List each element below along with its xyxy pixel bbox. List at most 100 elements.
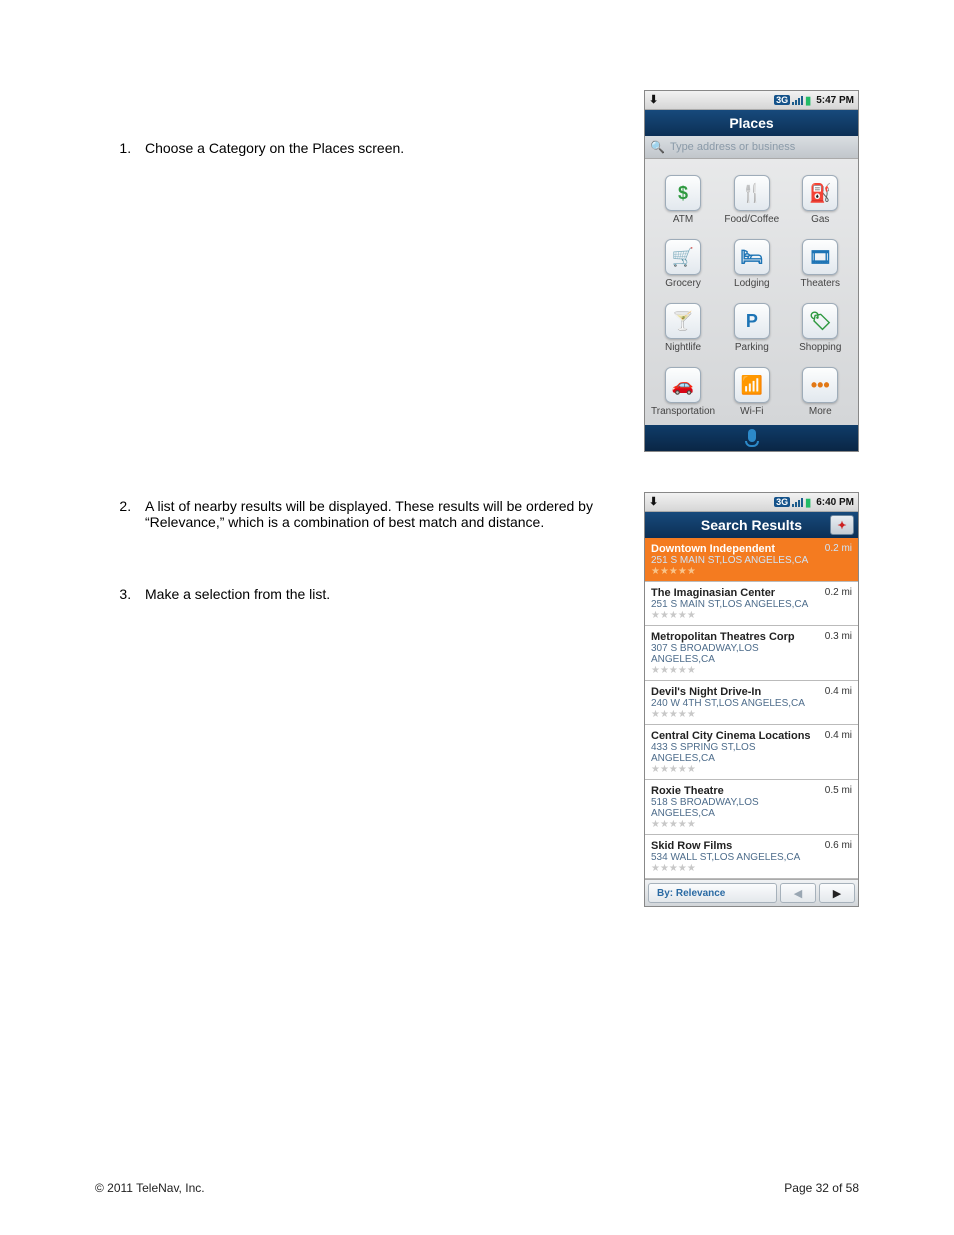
parking-icon: P bbox=[734, 303, 770, 339]
network-3g-icon: 3G bbox=[774, 95, 790, 105]
result-stars: ★★★★★ bbox=[651, 566, 820, 577]
result-name: Central City Cinema Locations bbox=[651, 730, 820, 742]
result-stars: ★★★★★ bbox=[651, 665, 820, 676]
cat-label: Grocery bbox=[665, 278, 701, 289]
result-distance: 0.5 mi bbox=[825, 785, 852, 830]
result-stars: ★★★★★ bbox=[651, 764, 820, 775]
cat-food[interactable]: 🍴 Food/Coffee bbox=[720, 167, 783, 225]
result-address: 518 S BROADWAY,LOS ANGELES,CA bbox=[651, 797, 820, 819]
wifi-icon: 📶 bbox=[734, 367, 770, 403]
result-stars: ★★★★★ bbox=[651, 610, 820, 621]
result-item[interactable]: Skid Row Films 534 WALL ST,LOS ANGELES,C… bbox=[645, 835, 858, 879]
places-title: Places bbox=[729, 115, 773, 131]
category-grid: $ ATM 🍴 Food/Coffee ⛽Gas 🛒 Grocery 🛏 Lodging… bbox=[645, 159, 858, 425]
cat-gas[interactable]: ⛽Gas bbox=[789, 167, 852, 225]
result-stars: ★★★★★ bbox=[651, 819, 820, 830]
mic-bar[interactable] bbox=[645, 425, 858, 451]
page-number: Page 32 of 58 bbox=[784, 1181, 859, 1195]
cat-lodging[interactable]: 🛏 Lodging bbox=[720, 231, 783, 289]
search-icon: 🔍 bbox=[650, 140, 665, 154]
page-footer: © 2011 TeleNav, Inc. Page 32 of 58 bbox=[95, 1181, 859, 1195]
cat-shopping[interactable]: 🏷Shopping bbox=[789, 295, 852, 353]
cat-label: Gas bbox=[811, 214, 829, 225]
result-name: The Imaginasian Center bbox=[651, 587, 820, 599]
car-icon: 🚗 bbox=[665, 367, 701, 403]
results-title-bar: Search Results ✦ bbox=[645, 512, 858, 538]
cat-nightlife[interactable]: 🍸Nightlife bbox=[651, 295, 715, 353]
status-bar: ⬇ 3G ▮ 5:47 PM bbox=[645, 91, 858, 110]
result-item[interactable]: Downtown Independent 251 S MAIN ST,LOS A… bbox=[645, 538, 858, 582]
more-icon: ••• bbox=[802, 367, 838, 403]
cat-label: More bbox=[809, 406, 832, 417]
search-placeholder: Type address or business bbox=[670, 141, 853, 153]
cat-grocery[interactable]: 🛒 Grocery bbox=[651, 231, 715, 289]
result-name: Devil's Night Drive-In bbox=[651, 686, 820, 698]
step-1-text: Choose a Category on the Places screen. bbox=[95, 90, 614, 176]
signal-bars-icon bbox=[792, 96, 803, 105]
download-icon: ⬇ bbox=[649, 497, 658, 508]
film-icon: 🎞 bbox=[802, 239, 838, 275]
sort-prev-button[interactable]: ◀ bbox=[780, 883, 816, 903]
download-icon: ⬇ bbox=[649, 95, 658, 106]
dollar-icon: $ bbox=[665, 175, 701, 211]
mic-icon bbox=[745, 429, 759, 447]
result-address: 240 W 4TH ST,LOS ANGELES,CA bbox=[651, 698, 820, 709]
result-distance: 0.2 mi bbox=[825, 543, 852, 577]
cat-label: Wi-Fi bbox=[740, 406, 763, 417]
result-stars: ★★★★★ bbox=[651, 863, 820, 874]
cat-label: Lodging bbox=[734, 278, 770, 289]
results-list: Downtown Independent 251 S MAIN ST,LOS A… bbox=[645, 538, 858, 879]
step-1: Choose a Category on the Places screen. bbox=[135, 140, 614, 156]
network-3g-icon: 3G bbox=[774, 497, 790, 507]
result-name: Roxie Theatre bbox=[651, 785, 820, 797]
map-toggle-button[interactable]: ✦ bbox=[830, 515, 854, 535]
tag-icon: 🏷 bbox=[802, 303, 838, 339]
cat-label: Theaters bbox=[801, 278, 840, 289]
cat-label: Nightlife bbox=[665, 342, 701, 353]
result-name: Downtown Independent bbox=[651, 543, 820, 555]
cat-theaters[interactable]: 🎞 Theaters bbox=[789, 231, 852, 289]
clock-text: 5:47 PM bbox=[816, 95, 854, 106]
result-item[interactable]: The Imaginasian Center 251 S MAIN ST,LOS… bbox=[645, 582, 858, 626]
result-item[interactable]: Devil's Night Drive-In 240 W 4TH ST,LOS … bbox=[645, 681, 858, 725]
cat-wifi[interactable]: 📶 Wi-Fi bbox=[720, 359, 783, 417]
battery-icon: ▮ bbox=[805, 94, 811, 107]
sort-by-button[interactable]: By: Relevance bbox=[648, 883, 777, 903]
result-stars: ★★★★★ bbox=[651, 709, 820, 720]
sort-next-button[interactable]: ▶ bbox=[819, 883, 855, 903]
cart-icon: 🛒 bbox=[665, 239, 701, 275]
food-icon: 🍴 bbox=[734, 175, 770, 211]
status-bar: ⬇ 3G ▮ 6:40 PM bbox=[645, 493, 858, 512]
document-page: Choose a Category on the Places screen. … bbox=[0, 0, 954, 1235]
results-title: Search Results bbox=[701, 517, 802, 533]
cat-label: Food/Coffee bbox=[724, 214, 779, 225]
sort-bar: By: Relevance ◀ ▶ bbox=[645, 879, 858, 906]
result-item[interactable]: Central City Cinema Locations 433 S SPRI… bbox=[645, 725, 858, 780]
result-name: Metropolitan Theatres Corp bbox=[651, 631, 820, 643]
result-address: 251 S MAIN ST,LOS ANGELES,CA bbox=[651, 555, 820, 566]
row-step-1: Choose a Category on the Places screen. … bbox=[95, 90, 859, 452]
result-distance: 0.6 mi bbox=[825, 840, 852, 874]
result-distance: 0.2 mi bbox=[825, 587, 852, 621]
result-name: Skid Row Films bbox=[651, 840, 820, 852]
result-distance: 0.4 mi bbox=[825, 730, 852, 775]
cat-more[interactable]: ••• More bbox=[789, 359, 852, 417]
bed-icon: 🛏 bbox=[734, 239, 770, 275]
steps-2-3-text: A list of nearby results will be display… bbox=[95, 492, 614, 622]
result-address: 307 S BROADWAY,LOS ANGELES,CA bbox=[651, 643, 820, 665]
cat-parking[interactable]: PParking bbox=[720, 295, 783, 353]
signal-bars-icon bbox=[792, 498, 803, 507]
cat-transportation[interactable]: 🚗Transportation bbox=[651, 359, 715, 417]
result-address: 251 S MAIN ST,LOS ANGELES,CA bbox=[651, 599, 820, 610]
results-phone: ⬇ 3G ▮ 6:40 PM Search Results ✦ bbox=[644, 492, 859, 907]
result-item[interactable]: Metropolitan Theatres Corp 307 S BROADWA… bbox=[645, 626, 858, 681]
places-phone: ⬇ 3G ▮ 5:47 PM Places 🔍 Type address or … bbox=[644, 90, 859, 452]
result-address: 534 WALL ST,LOS ANGELES,CA bbox=[651, 852, 820, 863]
result-item[interactable]: Roxie Theatre 518 S BROADWAY,LOS ANGELES… bbox=[645, 780, 858, 835]
clock-text: 6:40 PM bbox=[816, 497, 854, 508]
cat-label: ATM bbox=[673, 214, 693, 225]
places-search[interactable]: 🔍 Type address or business bbox=[645, 136, 858, 159]
copyright-text: © 2011 TeleNav, Inc. bbox=[95, 1181, 205, 1195]
cat-atm[interactable]: $ ATM bbox=[651, 167, 715, 225]
places-title-bar: Places bbox=[645, 110, 858, 136]
